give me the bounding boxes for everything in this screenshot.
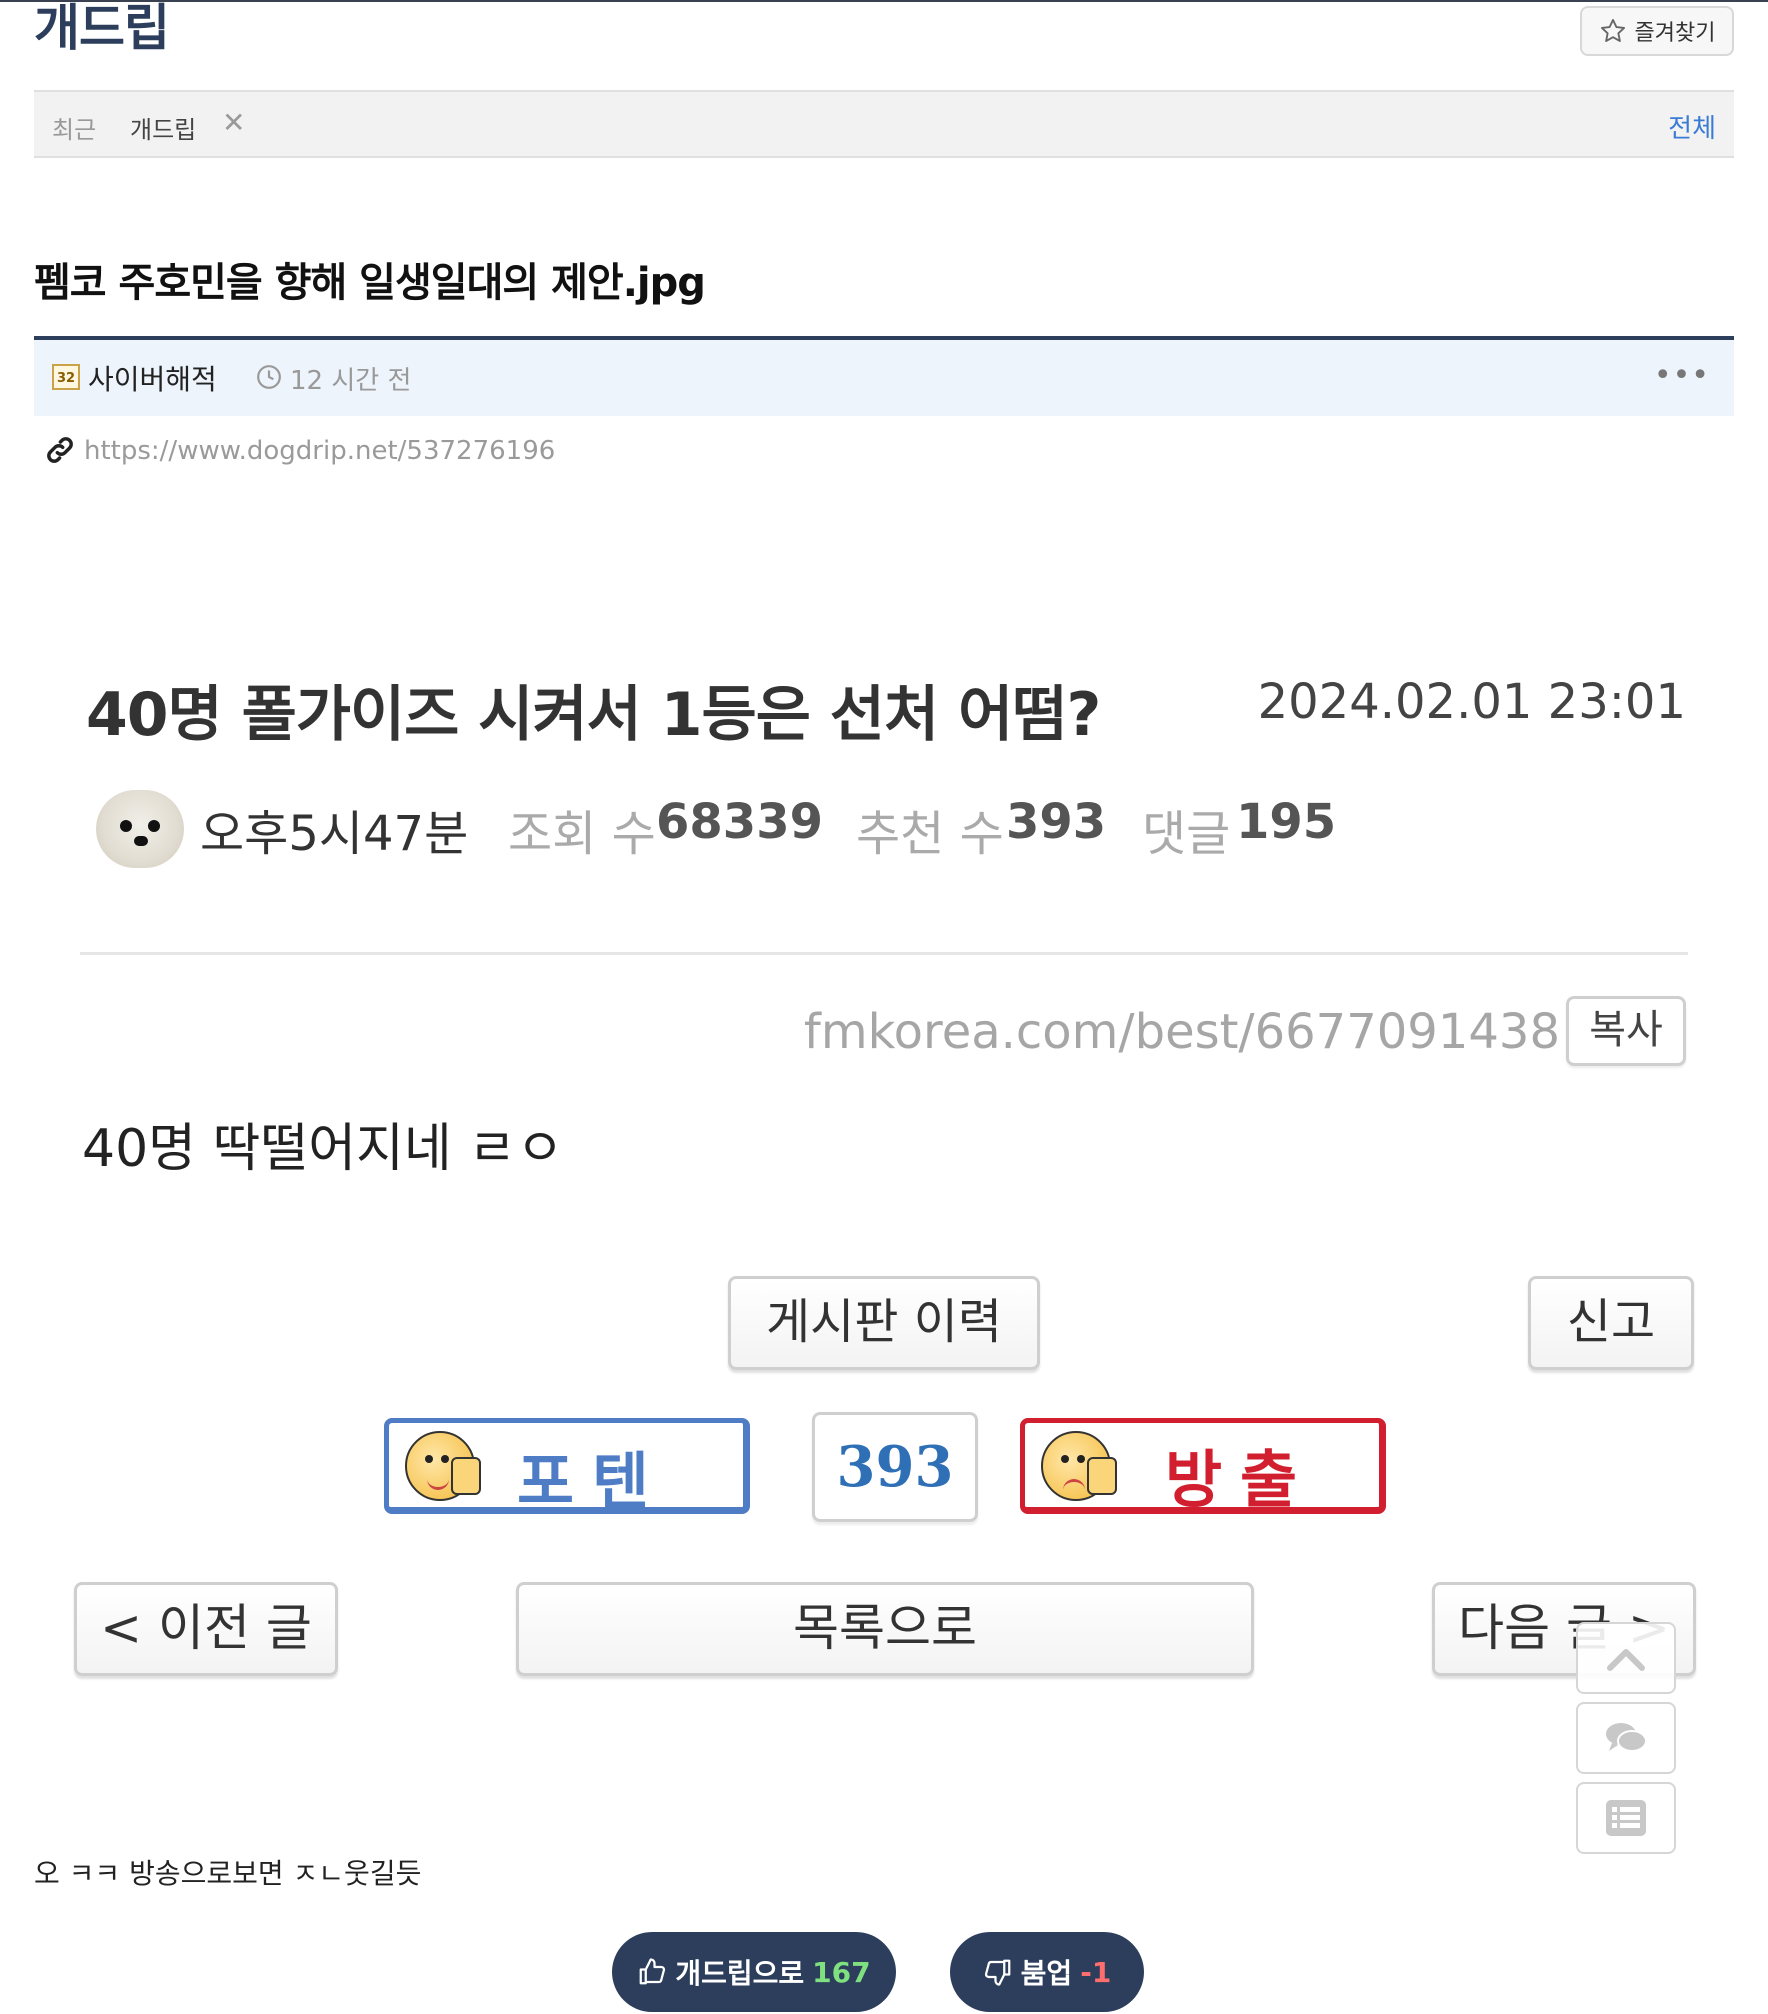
- screenshot-date: 2024.02.01 23:01: [1257, 674, 1686, 730]
- post-title: 펨코 주호민을 향해 일생일대의 제안.jpg: [34, 260, 706, 306]
- screenshot-body: 40명 딱떨어지네 ㄹㅇ: [82, 1119, 564, 1179]
- prev-post-button: < 이전 글: [74, 1582, 338, 1676]
- post-text: 오 ㅋㅋ 방송으로보면 ㅈㄴ웃길듯: [34, 1857, 422, 1890]
- post-url[interactable]: https://www.dogdrip.net/537276196: [84, 436, 555, 466]
- source-url: fmkorea.com/best/6677091438: [803, 1004, 1560, 1060]
- board-history-button: 게시판 이력: [728, 1276, 1040, 1370]
- recommend-label: 추천 수: [856, 806, 1004, 862]
- recent-label: 최근: [52, 116, 97, 144]
- author-name[interactable]: 사이버해적: [88, 358, 217, 398]
- views-count: 68339: [656, 794, 823, 850]
- copy-button: 복사: [1566, 996, 1686, 1066]
- close-icon[interactable]: ✕: [222, 106, 245, 139]
- post-meta-bar: 32 사이버해적 12 시간 전 •••: [34, 336, 1734, 416]
- avatar: [96, 790, 184, 868]
- vote-count: 393: [812, 1412, 978, 1522]
- link-icon: [47, 437, 73, 463]
- chat-bubbles-icon: [1606, 1723, 1647, 1752]
- list-icon: [1606, 1800, 1646, 1836]
- thumbs-down-icon: [984, 1959, 1011, 1986]
- to-list-button: 목록으로: [516, 1582, 1254, 1676]
- board-title[interactable]: 개드립: [34, 0, 170, 56]
- screenshot-nickname: 오후5시47분: [200, 806, 469, 862]
- time-ago: 12 시간 전: [290, 366, 412, 396]
- clock-icon: [257, 365, 281, 389]
- embedded-screenshot: 40명 폴가이즈 시켜서 1등은 선처 어떰? 2024.02.01 23:01…: [0, 640, 1768, 1840]
- level-badge-icon: 32: [52, 364, 80, 390]
- recent-boards-bar: 최근 개드립 ✕ 전체: [34, 90, 1734, 158]
- upvote-label: 개드립으로: [675, 1957, 805, 1990]
- favorite-label: 즐겨찾기: [1634, 21, 1716, 46]
- divider: [80, 952, 1688, 955]
- screenshot-title: 40명 폴가이즈 시켜서 1등은 선처 어떰?: [86, 680, 1101, 750]
- top-border: [0, 0, 1768, 2]
- thumbs-up-face-icon: [405, 1431, 481, 1501]
- star-outline-icon: [1600, 18, 1625, 42]
- recent-tab-gaedrip[interactable]: 개드립: [130, 110, 196, 145]
- comments-label: 댓글: [1142, 806, 1231, 862]
- downvote-label: 붐업: [1020, 1957, 1073, 1990]
- upvote-button[interactable]: 개드립으로 167: [612, 1932, 896, 2012]
- chevron-up-icon: [1607, 1649, 1645, 1671]
- recommend-count: 393: [1006, 794, 1107, 850]
- scroll-top-button[interactable]: [1576, 1622, 1676, 1694]
- thumbs-down-face-icon: [1041, 1431, 1117, 1501]
- comments-jump-button[interactable]: [1576, 1702, 1676, 1774]
- more-options-button[interactable]: •••: [1654, 358, 1710, 393]
- report-button: 신고: [1528, 1276, 1694, 1370]
- potten-label: 포텐: [517, 1445, 668, 1518]
- views-label: 조회 수: [508, 806, 656, 862]
- view-all-link[interactable]: 전체: [1668, 108, 1716, 145]
- downvote-button[interactable]: 붐업 -1: [950, 1932, 1144, 2012]
- thumbs-up-icon: [639, 1958, 666, 1985]
- comments-count: 195: [1236, 794, 1337, 850]
- downvote-count: -1: [1080, 1955, 1112, 1989]
- list-jump-button[interactable]: [1576, 1782, 1676, 1854]
- ban-button: 방출: [1020, 1418, 1386, 1516]
- ban-label: 방출: [1165, 1443, 1316, 1516]
- favorite-button[interactable]: 즐겨찾기: [1580, 6, 1734, 56]
- upvote-count: 167: [812, 1955, 871, 1989]
- potten-button: 포텐: [384, 1418, 750, 1518]
